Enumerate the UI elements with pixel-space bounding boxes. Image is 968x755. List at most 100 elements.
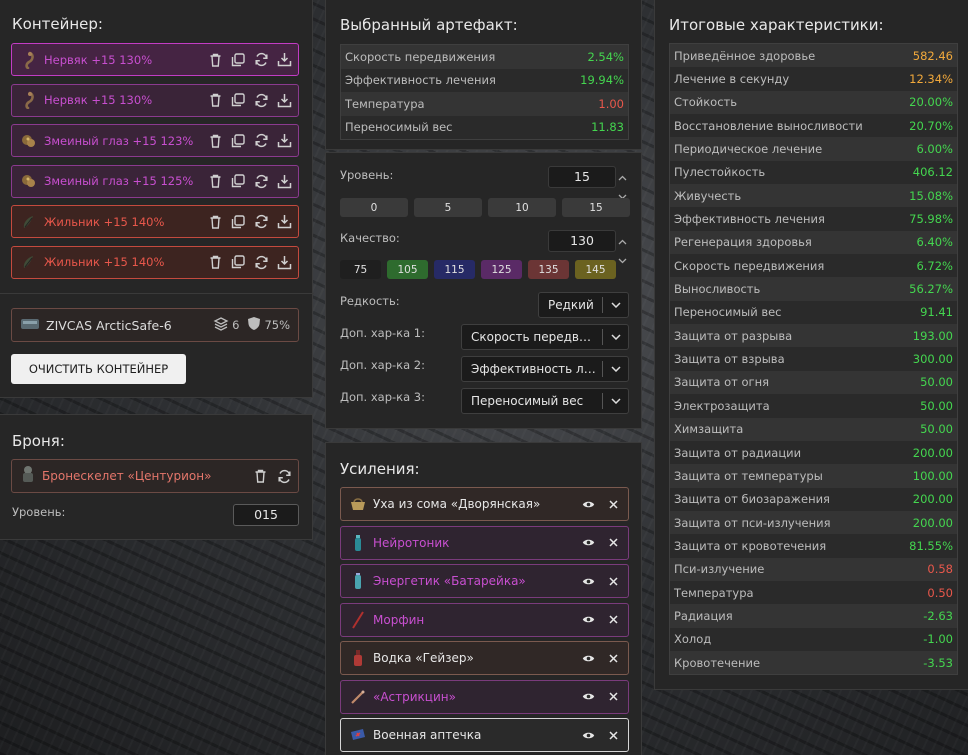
total-stat-row: Температура 0.50 bbox=[670, 580, 957, 605]
quality-spinner[interactable] bbox=[616, 230, 628, 264]
total-stat-value: 12.34% bbox=[909, 72, 953, 87]
total-stat-value: 50.00 bbox=[920, 398, 953, 413]
boost-item[interactable]: Морфин bbox=[340, 602, 629, 637]
refresh-icon[interactable] bbox=[253, 214, 269, 230]
download-icon[interactable] bbox=[276, 254, 292, 270]
trash-icon[interactable] bbox=[207, 92, 223, 108]
total-stat-row: Приведённое здоровье 582.46 bbox=[670, 44, 957, 68]
boost-item[interactable]: Нейротоник bbox=[340, 525, 629, 560]
eye-icon[interactable] bbox=[580, 612, 596, 628]
boost-item[interactable]: Уха из сома «Дворянская» bbox=[340, 487, 629, 521]
quality-preset-button[interactable]: 115 bbox=[434, 260, 475, 279]
quality-preset-button[interactable]: 75 bbox=[340, 260, 381, 279]
refresh-icon[interactable] bbox=[253, 133, 269, 149]
boost-name: Нейротоник bbox=[373, 535, 450, 550]
level-preset-button[interactable]: 15 bbox=[562, 198, 630, 217]
download-icon[interactable] bbox=[276, 173, 292, 189]
close-icon[interactable] bbox=[605, 573, 621, 589]
level-input[interactable]: 15 bbox=[548, 166, 616, 188]
copy-icon[interactable] bbox=[230, 254, 246, 270]
rarity-select[interactable]: Редкий bbox=[538, 292, 629, 318]
boost-item[interactable]: «Астрикцин» bbox=[340, 679, 629, 714]
eye-icon[interactable] bbox=[580, 496, 596, 512]
artifact-item[interactable]: Змеиный глаз +15 125% bbox=[11, 164, 299, 198]
chevron-down-icon[interactable] bbox=[618, 249, 627, 268]
eye-icon[interactable] bbox=[580, 650, 596, 666]
boost-item[interactable]: Энергетик «Батарейка» bbox=[340, 564, 629, 598]
boost-item[interactable]: Водка «Гейзер» bbox=[340, 641, 629, 675]
close-icon[interactable] bbox=[605, 535, 621, 551]
level-preset-button[interactable]: 0 bbox=[340, 198, 408, 217]
copy-icon[interactable] bbox=[230, 92, 246, 108]
close-icon[interactable] bbox=[605, 612, 621, 628]
level-spinner[interactable] bbox=[616, 166, 628, 200]
eye-icon[interactable] bbox=[580, 727, 596, 743]
refresh-icon[interactable] bbox=[253, 173, 269, 189]
refresh-icon[interactable] bbox=[253, 52, 269, 68]
armor-level-input[interactable]: 015 bbox=[233, 504, 299, 526]
stat-row: Эффективность лечения 19.94% bbox=[341, 68, 628, 92]
chevron-up-icon[interactable] bbox=[618, 230, 627, 249]
eye-icon[interactable] bbox=[580, 573, 596, 589]
protection-stat: 75% bbox=[247, 316, 290, 334]
artifact-item[interactable]: Жильник +15 140% bbox=[11, 205, 299, 238]
extra1-select[interactable]: Скорость передвижения bbox=[461, 324, 629, 350]
total-stat-row: Защита от биозаражения 200.00 bbox=[670, 487, 957, 511]
total-stat-value: 300.00 bbox=[912, 352, 953, 367]
refresh-icon[interactable] bbox=[276, 468, 292, 484]
total-stat-row: Радиация -2.63 bbox=[670, 604, 957, 628]
eye-icon[interactable] bbox=[580, 535, 596, 551]
artifact-item[interactable]: Жильник +15 140% bbox=[11, 245, 299, 279]
artifact-item[interactable]: Змеиный глаз +15 123% bbox=[11, 124, 299, 157]
eye-icon[interactable] bbox=[580, 689, 596, 705]
trash-icon[interactable] bbox=[207, 254, 223, 270]
quality-preset-button[interactable]: 135 bbox=[528, 260, 569, 279]
copy-icon[interactable] bbox=[230, 133, 246, 149]
quality-preset-button[interactable]: 125 bbox=[481, 260, 522, 279]
boost-icon bbox=[349, 534, 367, 552]
total-stat-label: Лечение в секунду bbox=[674, 72, 790, 87]
download-icon[interactable] bbox=[276, 52, 292, 68]
armor-item[interactable]: Бронескелет «Центурион» bbox=[11, 459, 299, 493]
quality-preset-button[interactable]: 145 bbox=[575, 260, 616, 279]
level-preset-button[interactable]: 5 bbox=[414, 198, 482, 217]
boost-actions bbox=[580, 535, 621, 551]
container-item[interactable]: ZIVCAS ArcticSafe-6 6 75% bbox=[11, 308, 299, 342]
quality-preset-button[interactable]: 105 bbox=[387, 260, 428, 279]
extra3-select[interactable]: Переносимый вес bbox=[461, 388, 629, 414]
quality-input[interactable]: 130 bbox=[548, 230, 616, 252]
trash-icon[interactable] bbox=[252, 468, 268, 484]
extra2-select[interactable]: Эффективность лечения bbox=[461, 356, 629, 382]
trash-icon[interactable] bbox=[207, 133, 223, 149]
total-stat-label: Восстановление выносливости bbox=[674, 118, 863, 133]
close-icon[interactable] bbox=[605, 496, 621, 512]
trash-icon[interactable] bbox=[207, 214, 223, 230]
close-icon[interactable] bbox=[605, 689, 621, 705]
refresh-icon[interactable] bbox=[253, 92, 269, 108]
total-stat-value: 582.46 bbox=[912, 48, 953, 63]
artifact-item[interactable]: Нервяк +15 130% bbox=[11, 43, 299, 76]
artifact-item[interactable]: Нервяк +15 130% bbox=[11, 83, 299, 117]
download-icon[interactable] bbox=[276, 92, 292, 108]
total-stat-row: Переносимый вес 91.41 bbox=[670, 300, 957, 325]
chevron-up-icon[interactable] bbox=[618, 166, 627, 185]
trash-icon[interactable] bbox=[207, 52, 223, 68]
total-stat-row: Электрозащита 50.00 bbox=[670, 394, 957, 418]
copy-icon[interactable] bbox=[230, 173, 246, 189]
extra3-label: Доп. хар-ка 3: bbox=[340, 390, 425, 404]
total-stat-row: Эффективность лечения 75.98% bbox=[670, 207, 957, 231]
artifact-actions bbox=[207, 133, 292, 149]
download-icon[interactable] bbox=[276, 214, 292, 230]
total-stat-value: 200.00 bbox=[912, 445, 953, 460]
copy-icon[interactable] bbox=[230, 214, 246, 230]
boost-item[interactable]: Военная аптечка bbox=[340, 718, 629, 752]
copy-icon[interactable] bbox=[230, 52, 246, 68]
refresh-icon[interactable] bbox=[253, 254, 269, 270]
level-preset-button[interactable]: 10 bbox=[488, 198, 556, 217]
download-icon[interactable] bbox=[276, 133, 292, 149]
clear-container-button[interactable]: ОЧИСТИТЬ КОНТЕЙНЕР bbox=[11, 354, 186, 384]
close-icon[interactable] bbox=[605, 650, 621, 666]
trash-icon[interactable] bbox=[207, 173, 223, 189]
close-icon[interactable] bbox=[605, 727, 621, 743]
total-stat-row: Пси-излучение 0.58 bbox=[670, 557, 957, 581]
